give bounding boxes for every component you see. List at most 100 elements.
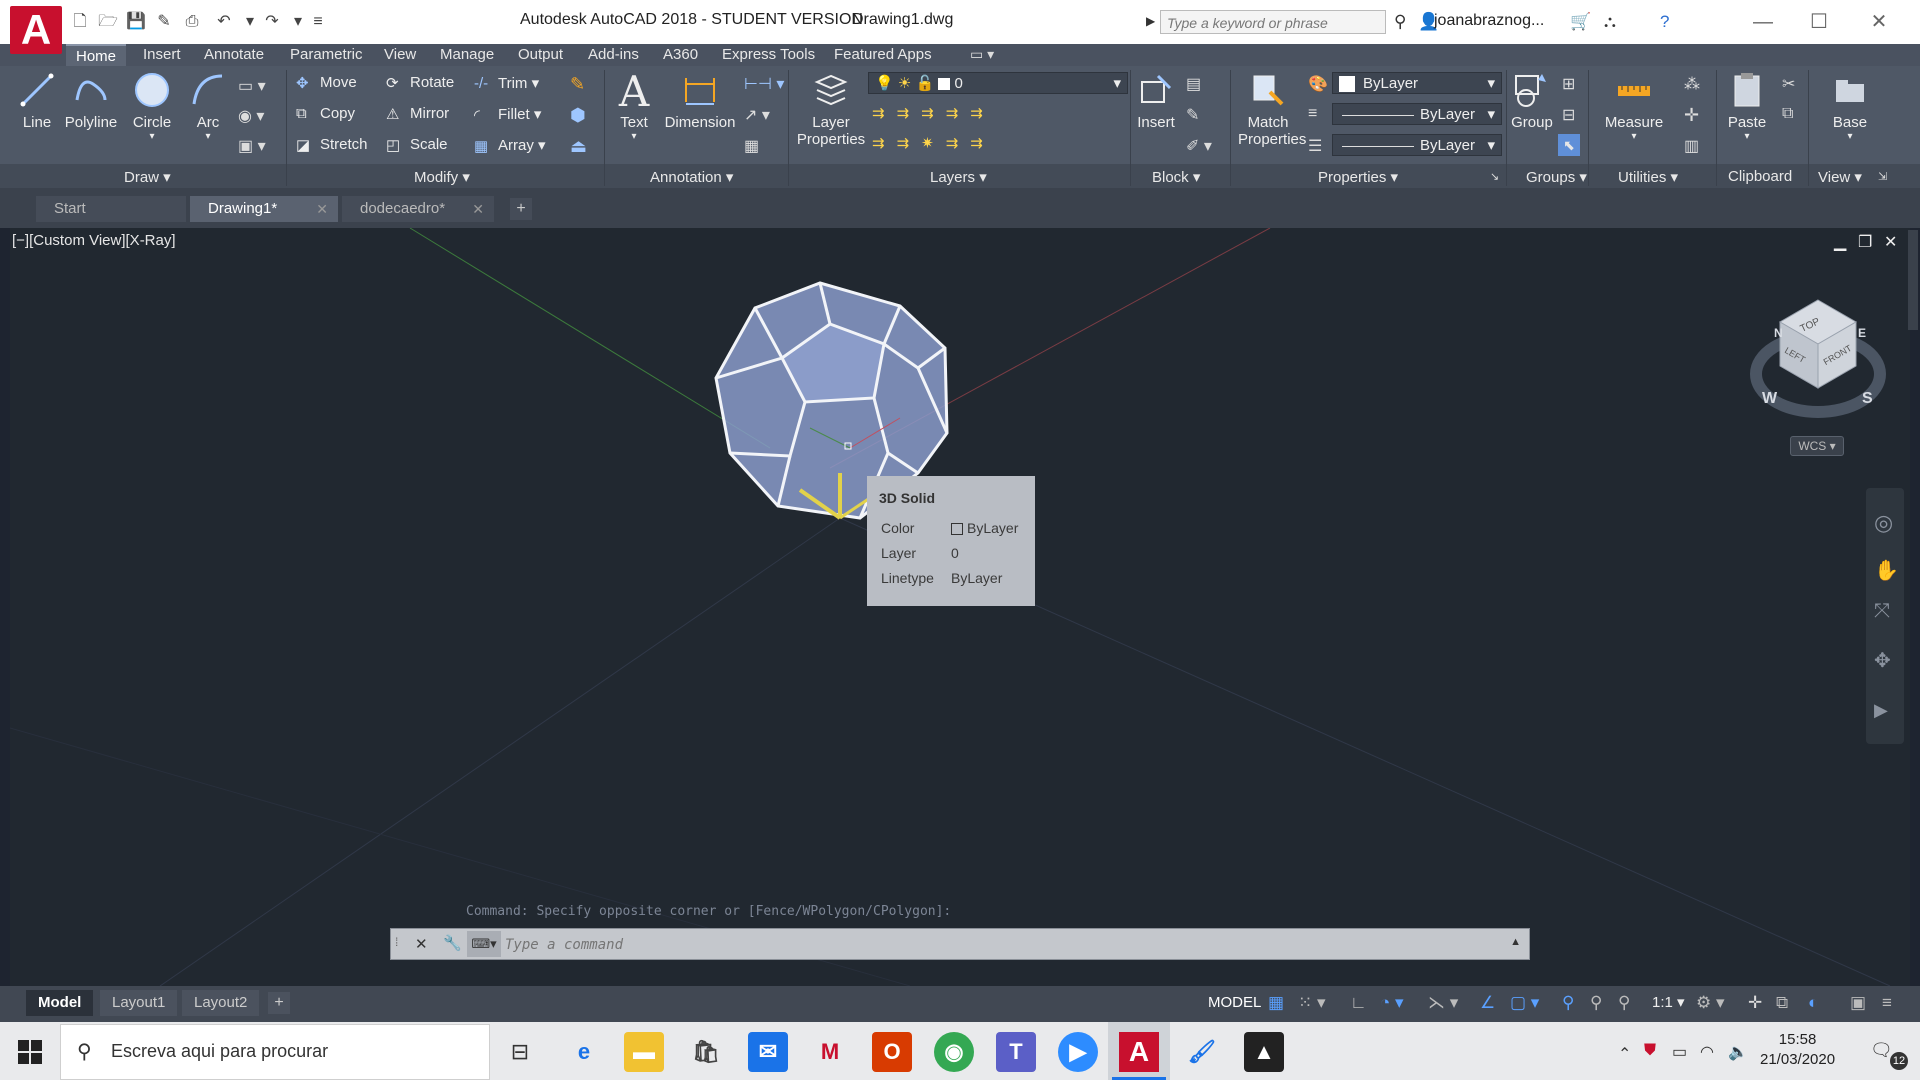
- compass-west[interactable]: W: [1762, 390, 1777, 408]
- polyline-button[interactable]: Polyline: [62, 70, 120, 131]
- compass-east[interactable]: E: [1858, 326, 1866, 340]
- utilities-panel-title[interactable]: Utilities ▾: [1618, 168, 1678, 186]
- volume-icon[interactable]: 🔈: [1728, 1042, 1748, 1062]
- save-as-icon[interactable]: ✎: [154, 12, 174, 32]
- drawing-viewport[interactable]: TOP LEFT FRONT W S N E WCS ▾: [10, 228, 1910, 986]
- base-view-button[interactable]: Base ▾: [1822, 70, 1878, 142]
- block-attributes-icon[interactable]: ✐ ▾: [1186, 136, 1212, 156]
- cart-icon[interactable]: 🛒: [1570, 12, 1591, 32]
- viewport-controls-label[interactable]: [−][Custom View][X-Ray]: [12, 232, 176, 249]
- mirror-button[interactable]: ⚠ Mirror: [386, 105, 449, 123]
- viewport-restore-icon[interactable]: ❐: [1858, 232, 1872, 252]
- layer-tools-row-1[interactable]: ⇉⇉⇉⇉⇉: [872, 104, 995, 122]
- object-snap-icon[interactable]: ▢ ▾: [1510, 993, 1539, 1013]
- ribbon-toggle-icon[interactable]: ▭ ▾: [970, 46, 994, 63]
- customize-qat-icon[interactable]: ≡: [308, 12, 328, 32]
- modify-panel-title[interactable]: Modify ▾: [414, 168, 470, 186]
- tab-output[interactable]: Output: [508, 44, 573, 66]
- tab-home[interactable]: Home: [66, 44, 127, 66]
- taskbar-clock[interactable]: 15:58 21/03/2020: [1760, 1030, 1835, 1070]
- pan-icon[interactable]: ✋: [1874, 558, 1899, 583]
- tab-view[interactable]: View: [374, 44, 426, 66]
- arc-button[interactable]: Arc ▾: [186, 70, 230, 142]
- annotation-visibility-icon[interactable]: ⚲: [1562, 993, 1574, 1013]
- group-edit-icon[interactable]: ⊟: [1562, 105, 1575, 125]
- show-hidden-icons[interactable]: ⌃: [1618, 1044, 1631, 1064]
- tab-a360[interactable]: A360: [653, 44, 708, 66]
- copy-button[interactable]: ⧉ Copy: [296, 105, 355, 123]
- isolate-objects-icon[interactable]: ⧉: [1776, 993, 1788, 1013]
- ribbon-options-icon[interactable]: ⇲: [1878, 170, 1887, 183]
- create-block-icon[interactable]: ▤: [1186, 74, 1201, 94]
- hatch-icon[interactable]: ◉ ▾: [238, 106, 264, 126]
- search-expand-icon[interactable]: ▶: [1146, 14, 1155, 28]
- new-file-icon[interactable]: 🗋: [70, 12, 90, 32]
- security-tray-icon[interactable]: ⛊: [1644, 1042, 1656, 1060]
- workspace-gear-icon[interactable]: ⚙ ▾: [1696, 993, 1725, 1013]
- paste-dropdown-icon[interactable]: ▾: [1722, 131, 1772, 142]
- quick-select-icon[interactable]: ⁂: [1684, 74, 1700, 94]
- taskbar-search-box[interactable]: ⚲ Escreva aqui para procurar: [60, 1024, 490, 1080]
- linetype-dropdown[interactable]: ByLayer ▾: [1332, 134, 1502, 156]
- rectangle-icon[interactable]: ▭ ▾: [238, 76, 266, 96]
- color-wheel-icon[interactable]: 🎨: [1308, 74, 1328, 94]
- layer-dropdown[interactable]: 💡 ☀ 🔓 0 ▾: [868, 72, 1128, 94]
- autocad-taskbar-button[interactable]: A: [1108, 1022, 1170, 1080]
- file-tab-dodecaedro[interactable]: dodecaedro* ✕: [342, 196, 494, 222]
- table-icon[interactable]: ▦: [744, 136, 759, 156]
- tab-featured-apps[interactable]: Featured Apps: [824, 44, 942, 66]
- redo-dropdown-icon[interactable]: ▾: [288, 12, 308, 32]
- office-icon[interactable]: O: [872, 1032, 912, 1072]
- a360-icon[interactable]: ⛬: [1604, 12, 1616, 32]
- mail-icon[interactable]: ✉: [748, 1032, 788, 1072]
- view-panel-title[interactable]: View ▾: [1818, 168, 1862, 186]
- layout-tab-layout1[interactable]: Layout1: [100, 990, 178, 1016]
- tab-insert[interactable]: Insert: [133, 44, 191, 66]
- isodraft-icon[interactable]: ⋋ ▾: [1428, 993, 1458, 1013]
- id-point-icon[interactable]: ✛: [1684, 105, 1699, 126]
- layers-panel-title[interactable]: Layers ▾: [930, 168, 987, 186]
- zoom-icon[interactable]: ▶: [1058, 1032, 1098, 1072]
- circle-button[interactable]: Circle ▾: [128, 70, 176, 142]
- binoculars-icon[interactable]: ⚲: [1394, 12, 1406, 32]
- store-icon[interactable]: 🛍: [686, 1032, 726, 1072]
- calculator-icon[interactable]: ▥: [1684, 136, 1699, 156]
- orbit-icon[interactable]: ✥: [1874, 648, 1891, 673]
- trim-button[interactable]: -/- Trim ▾: [474, 74, 539, 93]
- arc-dropdown-icon[interactable]: ▾: [186, 131, 230, 142]
- annotation-scale-value[interactable]: 1:1 ▾: [1652, 993, 1685, 1011]
- compass-north[interactable]: N: [1774, 326, 1783, 340]
- close-tab-icon[interactable]: ✕: [316, 196, 328, 222]
- save-icon[interactable]: 💾: [126, 12, 146, 32]
- leader-icon[interactable]: ↗ ▾: [744, 105, 770, 125]
- measure-dropdown-icon[interactable]: ▾: [1598, 131, 1670, 142]
- viewport-minimize-icon[interactable]: ▁: [1834, 232, 1846, 252]
- offset-icon[interactable]: ⏏: [570, 136, 587, 157]
- measure-button[interactable]: Measure ▾: [1598, 70, 1670, 142]
- group-button[interactable]: Group: [1510, 70, 1554, 131]
- text-dropdown-icon[interactable]: ▾: [614, 131, 654, 142]
- line-button[interactable]: Line: [16, 70, 58, 131]
- mcafee-icon[interactable]: M: [810, 1032, 850, 1072]
- hardware-acceleration-icon[interactable]: ◐: [1808, 993, 1818, 1013]
- undo-dropdown-icon[interactable]: ▾: [240, 12, 260, 32]
- new-tab-icon[interactable]: +: [510, 198, 532, 220]
- file-tab-drawing1[interactable]: Drawing1* ✕: [190, 196, 338, 222]
- drag-handle-icon[interactable]: ⁞: [395, 935, 398, 949]
- circle-dropdown-icon[interactable]: ▾: [128, 131, 176, 142]
- task-view-icon[interactable]: ⊟: [500, 1032, 540, 1072]
- photos-icon[interactable]: ▲: [1244, 1032, 1284, 1072]
- insert-block-button[interactable]: Insert: [1136, 70, 1176, 131]
- tab-manage[interactable]: Manage: [430, 44, 504, 66]
- battery-icon[interactable]: ▭: [1672, 1042, 1687, 1062]
- wcs-menu[interactable]: WCS ▾: [1790, 436, 1844, 456]
- layout-tab-layout2[interactable]: Layout2: [182, 990, 260, 1016]
- close-tab-icon[interactable]: ✕: [472, 196, 484, 222]
- rotate-button[interactable]: ⟳ Rotate: [386, 74, 454, 92]
- annotation-monitor-icon[interactable]: ✛: [1748, 993, 1762, 1013]
- layout-tab-model[interactable]: Model: [26, 990, 94, 1016]
- color-dropdown[interactable]: ByLayer ▾: [1332, 72, 1502, 94]
- array-button[interactable]: ▦ Array ▾: [474, 136, 546, 155]
- viewport-close-icon[interactable]: ✕: [1884, 232, 1897, 252]
- dimension-button[interactable]: Dimension: [662, 70, 738, 131]
